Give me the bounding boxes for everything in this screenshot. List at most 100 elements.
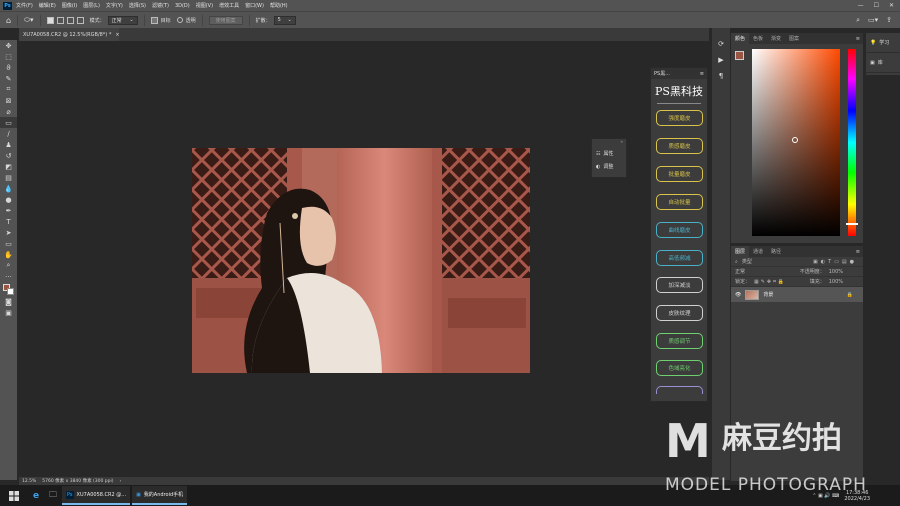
tab-channels[interactable]: 通道 (749, 246, 767, 257)
screen-mode-icon[interactable]: ▣ (0, 307, 17, 318)
clone-stamp-tool-icon[interactable]: ♟ (0, 139, 17, 150)
menu-layer[interactable]: 图层(L) (83, 2, 100, 9)
layer-filter-icons[interactable]: ▣◐T▭▤● (813, 259, 863, 265)
plugin-button-partial[interactable] (656, 386, 703, 394)
maximize-button[interactable]: ☐ (874, 2, 879, 9)
more-tools-icon[interactable]: ··· (0, 271, 17, 282)
tool-preset-icon[interactable]: ⬭▾ (24, 16, 34, 25)
plugin-button-6[interactable]: 高低频减 (656, 250, 703, 266)
quick-select-tool-icon[interactable]: ✎ (0, 73, 17, 84)
crop-tool-icon[interactable]: ⌗ (0, 84, 17, 95)
menu-filter[interactable]: 滤镜(T) (152, 2, 169, 9)
move-tool-icon[interactable]: ✥ (0, 40, 17, 51)
zoom-tool-icon[interactable]: ⌕ (0, 260, 17, 271)
menu-3d[interactable]: 3D(D) (175, 3, 190, 9)
target-label[interactable]: 目标 (161, 17, 171, 24)
blur-tool-icon[interactable]: 💧 (0, 183, 17, 194)
color-field-cursor[interactable] (792, 137, 798, 143)
healing-brush-tool-icon[interactable]: ▭ (0, 117, 17, 128)
search-icon[interactable]: ⌕ (856, 16, 860, 25)
layers-panel-menu-icon[interactable]: ≡ (856, 249, 863, 255)
status-arrow-icon[interactable]: › (120, 479, 122, 484)
share-icon[interactable]: ⇪ (886, 16, 892, 25)
gradient-tool-icon[interactable]: ▤ (0, 172, 17, 183)
plugin-button-1[interactable]: 强度磨皮 (656, 110, 703, 126)
document-tab-close-icon[interactable]: × (115, 32, 119, 38)
learn-item[interactable]: 💡 学习 (866, 33, 900, 53)
file-explorer-icon[interactable]: 🗀 (44, 485, 62, 506)
layer-filter-type[interactable]: 类型 (742, 258, 752, 265)
document-tab[interactable]: XU7A0058.CR2 @ 12.5%(RGB/8*) * × (19, 28, 120, 41)
menu-plugins[interactable]: 增效工具 (219, 2, 239, 9)
blend-mode-select[interactable]: 正常 (735, 268, 745, 275)
plugin-button-7[interactable]: 加深减淡 (656, 277, 703, 293)
menu-help[interactable]: 帮助(H) (270, 2, 288, 9)
tab-patterns[interactable]: 图案 (785, 33, 803, 44)
document-image[interactable] (192, 148, 530, 373)
mini-panel-collapse-icon[interactable]: » (592, 139, 626, 147)
minimize-button[interactable]: — (858, 2, 864, 9)
plugin-button-4[interactable]: 自动批量 (656, 194, 703, 210)
plugin-button-9[interactable]: 质感调节 (656, 333, 703, 349)
color-swatches[interactable] (0, 282, 17, 296)
type-tool-icon[interactable]: T (0, 216, 17, 227)
menu-view[interactable]: 视图(V) (196, 2, 213, 9)
visibility-eye-icon[interactable]: 👁 (735, 292, 741, 298)
plugin-button-10[interactable]: 色域亮化 (656, 360, 703, 376)
home-icon[interactable]: ⌂ (6, 16, 11, 25)
background-color-swatch[interactable] (7, 288, 14, 295)
plugin-button-5[interactable]: 曲线磨皮 (656, 222, 703, 238)
plugin-button-3[interactable]: 批量磨皮 (656, 166, 703, 182)
lock-icons[interactable]: ▦✎✥⌗🔒 (754, 279, 786, 285)
mode-select[interactable]: 正常 ⌄ (107, 15, 138, 25)
opacity-value[interactable]: 100% (829, 269, 863, 275)
subtract-selection-icon[interactable] (66, 16, 74, 24)
pen-tool-icon[interactable]: ✒ (0, 205, 17, 216)
transparent-checkbox[interactable] (176, 17, 183, 23)
actions-panel-icon[interactable]: ▶ (712, 52, 730, 68)
tab-color[interactable]: 颜色 (731, 33, 750, 44)
zoom-level[interactable]: 12.5% (22, 479, 36, 484)
close-window-button[interactable]: ✕ (889, 2, 894, 9)
marquee-tool-icon[interactable]: ⬚ (0, 51, 17, 62)
tab-gradients[interactable]: 渐变 (767, 33, 785, 44)
menu-type[interactable]: 文字(Y) (106, 2, 123, 9)
eraser-tool-icon[interactable]: ◩ (0, 161, 17, 172)
plugin-button-8[interactable]: 皮肤纹理 (656, 305, 703, 321)
brush-tool-icon[interactable]: ∕ (0, 128, 17, 139)
history-brush-tool-icon[interactable]: ↺ (0, 150, 17, 161)
color-field[interactable] (752, 49, 840, 236)
rectangle-tool-icon[interactable]: ▭ (0, 238, 17, 249)
tab-layers[interactable]: 图层 (731, 246, 750, 257)
edge-browser-icon[interactable]: e (28, 485, 44, 506)
tab-paths[interactable]: 路径 (767, 246, 785, 257)
menu-image[interactable]: 图像(I) (62, 2, 77, 9)
menu-window[interactable]: 窗口(W) (245, 2, 264, 9)
spread-select[interactable]: 5 ⌄ (273, 15, 296, 25)
fill-value[interactable]: 100% (829, 279, 863, 285)
history-panel-icon[interactable]: ⟳ (712, 36, 730, 52)
color-panel-menu-icon[interactable]: ≡ (856, 36, 863, 42)
plugin-menu-icon[interactable]: ≡ (700, 71, 704, 77)
path-select-tool-icon[interactable]: ➤ (0, 227, 17, 238)
add-selection-icon[interactable] (56, 16, 64, 24)
taskbar-app-photoshop[interactable]: Ps XU7A0058.CR2 @... (62, 486, 131, 505)
frame-tool-icon[interactable]: ⊠ (0, 95, 17, 106)
panel-foreground-swatch[interactable] (735, 51, 744, 60)
new-selection-icon[interactable] (46, 16, 54, 24)
plugin-button-2[interactable]: 质感磨皮 (656, 138, 703, 154)
document-info[interactable]: 5760 像素 x 3840 像素 (300 ppi) (42, 478, 113, 484)
intersect-selection-icon[interactable] (76, 16, 84, 24)
plugin-tab-title[interactable]: PS黑... (654, 70, 670, 77)
tab-swatches[interactable]: 色板 (749, 33, 767, 44)
properties-item[interactable]: ☷ 属性 (592, 147, 626, 160)
use-pattern-button[interactable]: 使用图案 (208, 15, 243, 25)
menu-file[interactable]: 文件(F) (16, 2, 33, 9)
quick-mask-icon[interactable]: ◙ (0, 296, 17, 307)
hue-slider[interactable] (846, 49, 858, 236)
windows-start-icon[interactable] (0, 485, 28, 506)
adjustments-item[interactable]: ◐ 调整 (592, 160, 626, 173)
layer-row-background[interactable]: 👁 背景 🔒 (731, 287, 863, 302)
workspace-icon[interactable]: ▭▾ (868, 16, 878, 25)
eyedropper-tool-icon[interactable]: ⌀ (0, 106, 17, 117)
